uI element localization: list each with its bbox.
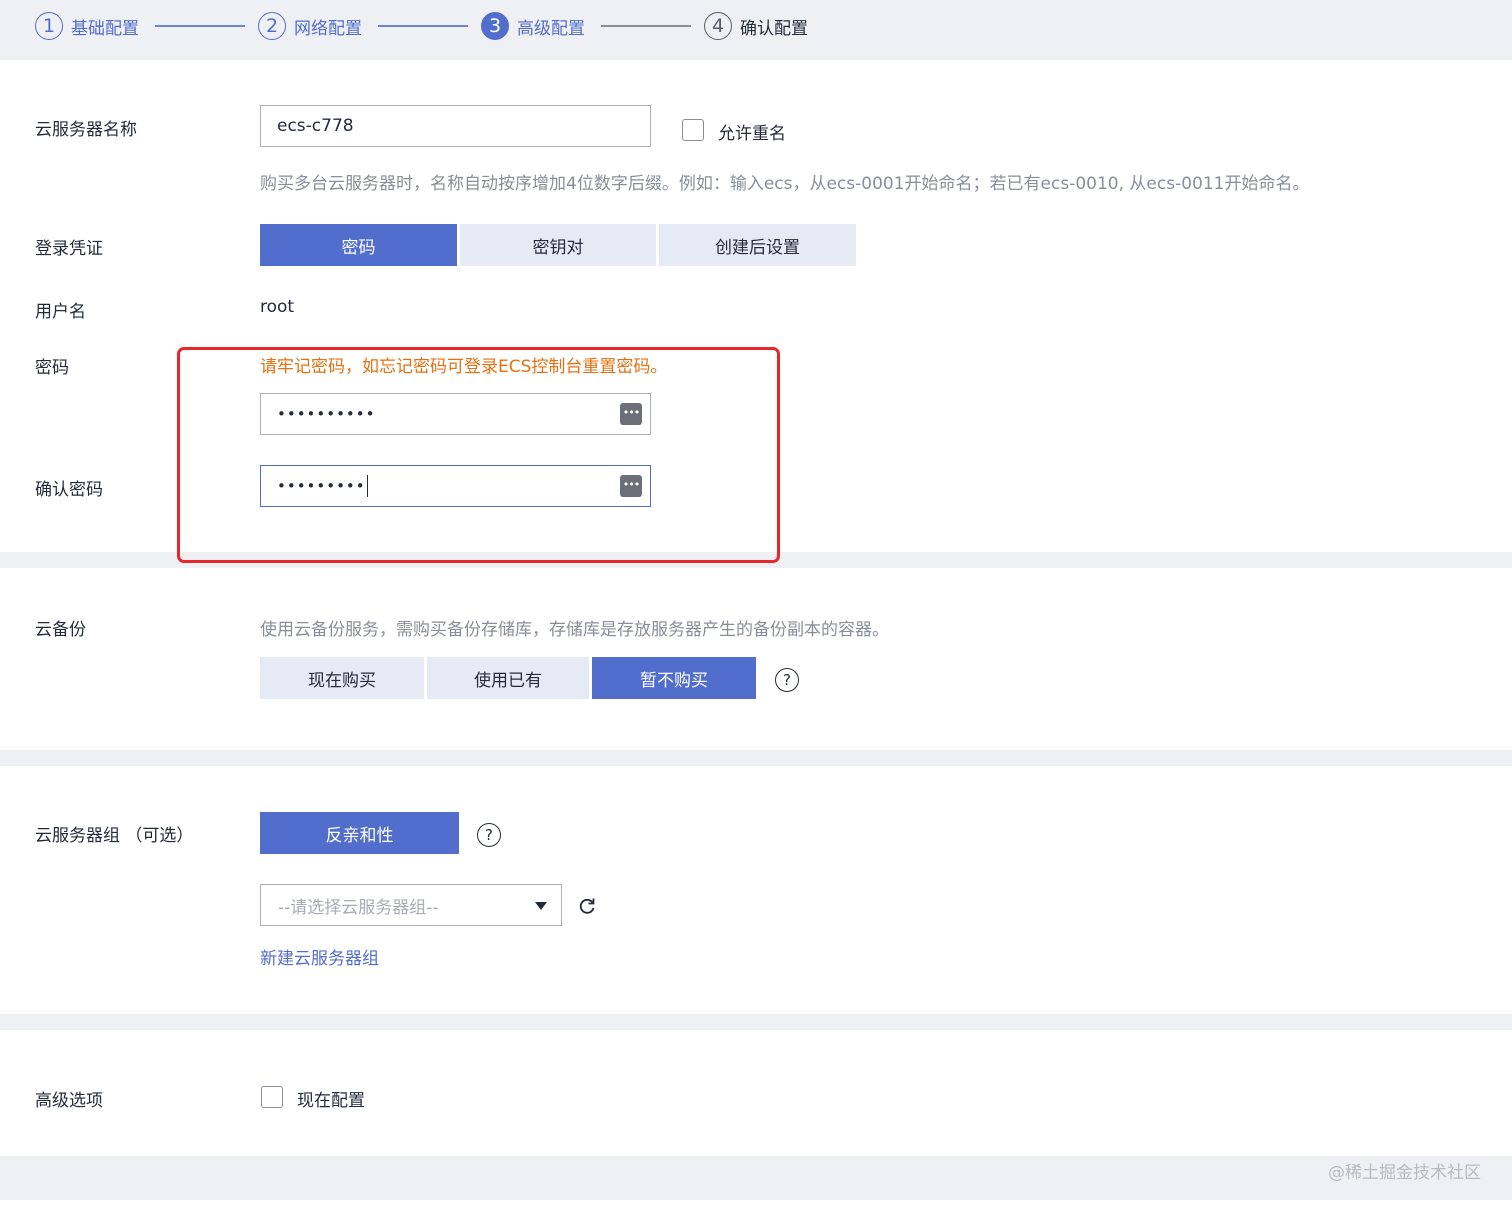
server-name-input[interactable]: ecs-c778	[260, 105, 651, 147]
server-group-label: 云服务器组 （可选）	[35, 826, 194, 846]
wizard-stepper: 1 基础配置 2 网络配置 3 高级配置 4 确认配置	[0, 0, 1512, 52]
step-number: 1	[35, 12, 63, 40]
server-group-select[interactable]: --请选择云服务器组--	[260, 884, 562, 926]
step-basic-config[interactable]: 1 基础配置	[35, 10, 139, 42]
server-group-panel	[0, 766, 1512, 1014]
step-connector	[155, 25, 245, 27]
step-connector	[378, 25, 468, 27]
step-advanced-config[interactable]: 3 高级配置	[481, 10, 585, 42]
backup-option-skip[interactable]: 暂不购买	[592, 657, 756, 699]
cloud-backup-label: 云备份	[35, 620, 86, 640]
bottom-panel	[0, 1200, 1512, 1211]
cloud-backup-hint: 使用云备份服务，需购买备份存储库，存储库是存放服务器产生的备份副本的容器。	[260, 620, 889, 640]
login-credential-selector: 密码 密钥对 创建后设置	[260, 224, 859, 266]
configure-now-label: 现在配置	[297, 1091, 365, 1111]
help-icon[interactable]: ?	[477, 823, 501, 847]
username-value: root	[260, 297, 295, 317]
advanced-options-panel	[0, 1030, 1512, 1156]
server-name-label: 云服务器名称	[35, 120, 137, 140]
step-confirm-config[interactable]: 4 确认配置	[704, 10, 808, 42]
confirm-password-label: 确认密码	[35, 480, 103, 500]
configure-now-checkbox[interactable]	[261, 1086, 283, 1108]
annotation-highlight-box	[177, 347, 780, 563]
step-connector	[601, 25, 691, 27]
server-name-value: ecs-c778	[277, 116, 354, 136]
cloud-backup-panel	[0, 568, 1512, 750]
username-label: 用户名	[35, 302, 86, 322]
step-network-config[interactable]: 2 网络配置	[258, 10, 362, 42]
login-credential-label: 登录凭证	[35, 239, 103, 259]
password-label: 密码	[35, 358, 69, 378]
credential-option-keypair[interactable]: 密钥对	[460, 224, 656, 266]
step-number: 4	[704, 12, 732, 40]
step-label: 高级配置	[517, 18, 585, 39]
credential-option-set-later[interactable]: 创建后设置	[659, 224, 856, 266]
server-name-hint: 购买多台云服务器时，名称自动按序增加4位数字后缀。例如：输入ecs，从ecs-0…	[260, 174, 1310, 194]
help-icon[interactable]: ?	[775, 668, 799, 692]
select-placeholder: --请选择云服务器组--	[278, 897, 439, 918]
allow-duplicate-checkbox[interactable]	[682, 119, 704, 141]
backup-option-buy-now[interactable]: 现在购买	[260, 657, 424, 699]
advanced-options-label: 高级选项	[35, 1091, 103, 1111]
allow-duplicate-label: 允许重名	[718, 124, 786, 144]
step-label: 确认配置	[740, 18, 808, 39]
create-server-group-link[interactable]: 新建云服务器组	[260, 944, 379, 969]
refresh-icon[interactable]	[577, 896, 597, 916]
step-number: 2	[258, 12, 286, 40]
dropdown-arrow-icon	[535, 902, 547, 910]
credential-option-password[interactable]: 密码	[260, 224, 457, 266]
anti-affinity-button[interactable]: 反亲和性	[260, 812, 459, 854]
step-label: 网络配置	[294, 18, 362, 39]
step-label: 基础配置	[71, 18, 139, 39]
step-number: 3	[481, 12, 509, 40]
watermark: @稀土掘金技术社区	[1328, 1163, 1481, 1183]
backup-option-use-existing[interactable]: 使用已有	[427, 657, 589, 699]
cloud-backup-selector: 现在购买 使用已有 暂不购买	[260, 657, 756, 699]
